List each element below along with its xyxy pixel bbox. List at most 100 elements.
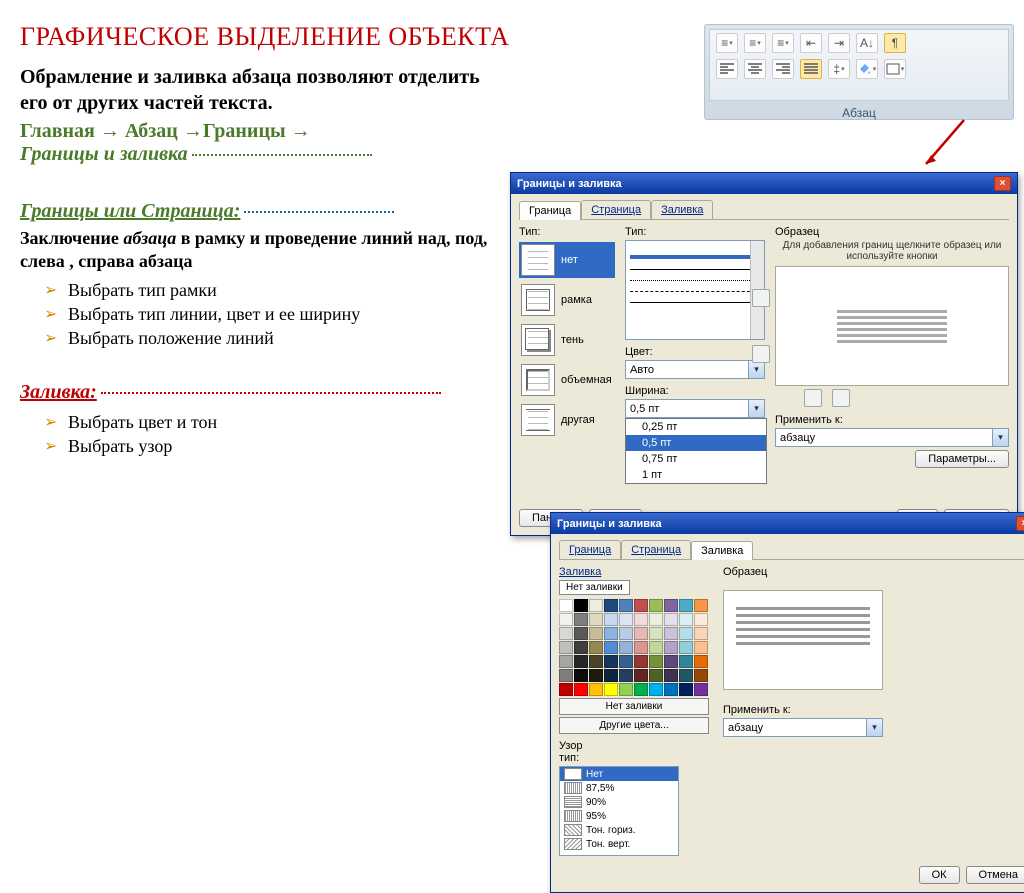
color-swatch[interactable] (574, 655, 588, 668)
width-option[interactable]: 0,5 пт (626, 435, 766, 451)
indent-dec-button[interactable]: ⇤ (800, 33, 822, 53)
color-swatch[interactable] (649, 613, 663, 626)
cancel-button[interactable]: Отмена (966, 866, 1024, 884)
dropdown-icon[interactable]: ▾ (748, 361, 764, 378)
color-swatch[interactable] (589, 599, 603, 612)
tab-fill[interactable]: Заливка (691, 541, 753, 560)
color-swatch[interactable] (694, 613, 708, 626)
color-swatch[interactable] (574, 683, 588, 696)
close-button[interactable]: × (994, 176, 1011, 191)
tab-border[interactable]: Граница (519, 201, 581, 220)
color-swatch[interactable] (604, 599, 618, 612)
color-swatch[interactable] (619, 683, 633, 696)
pattern-option[interactable]: 95% (560, 809, 678, 823)
color-swatch[interactable] (649, 683, 663, 696)
tab-page[interactable]: Страница (621, 540, 691, 559)
color-swatch[interactable] (604, 641, 618, 654)
color-swatch[interactable] (634, 655, 648, 668)
color-swatch[interactable] (634, 683, 648, 696)
width-option[interactable]: 0,25 пт (626, 419, 766, 435)
color-swatch[interactable] (679, 683, 693, 696)
tab-page[interactable]: Страница (581, 200, 651, 219)
color-swatch[interactable] (589, 627, 603, 640)
color-swatch[interactable] (559, 683, 573, 696)
border-type-shadow[interactable]: тень (519, 322, 615, 358)
color-swatch[interactable] (649, 641, 663, 654)
color-swatch[interactable] (679, 669, 693, 682)
color-swatch[interactable] (604, 613, 618, 626)
color-swatch[interactable] (574, 627, 588, 640)
show-marks-button[interactable]: ¶ (884, 33, 906, 53)
width-option[interactable]: 1 пт (626, 467, 766, 483)
color-swatch[interactable] (619, 613, 633, 626)
color-swatch[interactable] (664, 599, 678, 612)
bullets-button[interactable]: ≡▾ (716, 33, 738, 53)
width-dropdown[interactable]: 0,25 пт 0,5 пт 0,75 пт 1 пт (625, 418, 767, 484)
right-border-button[interactable] (832, 389, 850, 407)
color-swatch[interactable] (649, 627, 663, 640)
more-colors-button[interactable]: Другие цвета... (559, 717, 709, 734)
color-swatch[interactable] (694, 669, 708, 682)
color-swatch[interactable] (559, 599, 573, 612)
multilevel-button[interactable]: ≡▾ (772, 33, 794, 53)
sort-button[interactable]: A↓ (856, 33, 878, 53)
top-border-button[interactable] (752, 289, 770, 307)
tab-border[interactable]: Граница (559, 540, 621, 559)
borders-button[interactable]: ▾ (884, 59, 906, 79)
pattern-option[interactable]: 87,5% (560, 781, 678, 795)
dropdown-icon[interactable]: ▾ (866, 719, 882, 736)
color-swatch[interactable] (694, 641, 708, 654)
pattern-option[interactable]: Тон. верт. (560, 837, 678, 851)
color-swatch[interactable] (619, 599, 633, 612)
line-spacing-button[interactable]: ‡▾ (828, 59, 850, 79)
color-swatch[interactable] (559, 627, 573, 640)
color-swatch[interactable] (559, 655, 573, 668)
color-swatch[interactable] (604, 683, 618, 696)
color-swatch[interactable] (649, 655, 663, 668)
color-swatch[interactable] (679, 655, 693, 668)
color-swatch[interactable] (604, 627, 618, 640)
color-swatch[interactable] (679, 627, 693, 640)
color-swatch[interactable] (664, 655, 678, 668)
color-swatch[interactable] (664, 641, 678, 654)
color-swatch[interactable] (634, 599, 648, 612)
parameters-button[interactable]: Параметры... (915, 450, 1009, 468)
color-swatch[interactable] (649, 599, 663, 612)
close-button[interactable]: × (1016, 516, 1024, 531)
apply-to-combo[interactable]: абзацу▾ (775, 428, 1009, 447)
color-swatch[interactable] (619, 627, 633, 640)
numbering-button[interactable]: ≡▾ (744, 33, 766, 53)
color-swatch[interactable] (574, 669, 588, 682)
color-swatch[interactable] (589, 641, 603, 654)
line-style-list[interactable] (625, 240, 765, 340)
left-border-button[interactable] (804, 389, 822, 407)
apply-to-combo[interactable]: абзацу▾ (723, 718, 883, 737)
color-swatch[interactable] (604, 655, 618, 668)
color-swatch[interactable] (589, 683, 603, 696)
pattern-option[interactable]: Тон. гориз. (560, 823, 678, 837)
color-swatch[interactable] (634, 613, 648, 626)
color-swatch[interactable] (664, 627, 678, 640)
color-swatch[interactable] (694, 627, 708, 640)
color-swatch[interactable] (589, 613, 603, 626)
border-type-box[interactable]: рамка (519, 282, 615, 318)
border-type-custom[interactable]: другая (519, 402, 615, 438)
color-swatch[interactable] (664, 613, 678, 626)
width-option[interactable]: 0,75 пт (626, 451, 766, 467)
color-swatch[interactable] (664, 669, 678, 682)
align-right-button[interactable] (772, 59, 794, 79)
color-swatch[interactable] (559, 613, 573, 626)
color-swatch[interactable] (574, 613, 588, 626)
color-combo[interactable]: Авто▾ (625, 360, 765, 379)
color-swatch[interactable] (604, 669, 618, 682)
color-swatch[interactable] (694, 655, 708, 668)
no-fill-button[interactable]: Нет заливки (559, 698, 709, 715)
color-swatch[interactable] (619, 655, 633, 668)
color-swatch[interactable] (694, 683, 708, 696)
color-swatch[interactable] (559, 641, 573, 654)
shading-button[interactable]: ▾ (856, 59, 878, 79)
color-swatch[interactable] (634, 641, 648, 654)
color-swatch[interactable] (559, 669, 573, 682)
align-center-button[interactable] (744, 59, 766, 79)
color-swatch[interactable] (574, 599, 588, 612)
